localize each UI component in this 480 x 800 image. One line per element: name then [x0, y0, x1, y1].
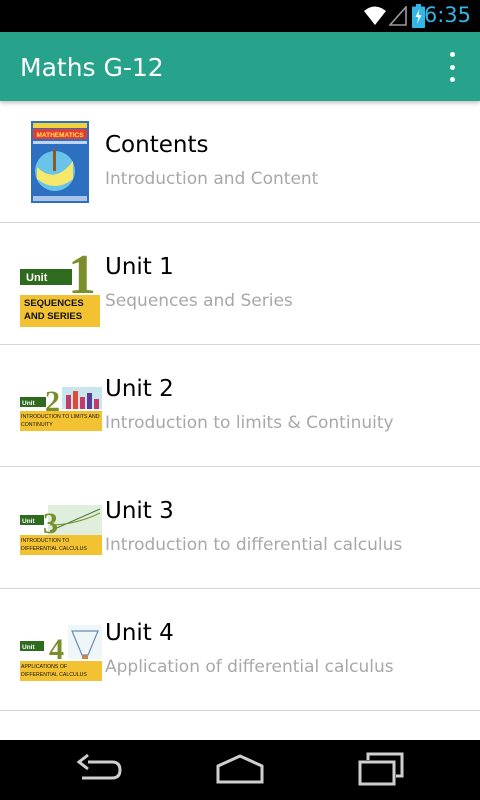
unit-caption-line-2: AND SERIES	[24, 311, 82, 322]
list-item-unit-1[interactable]: Unit 1 SEQUENCES AND SERIES Unit 1 Seque…	[0, 223, 480, 345]
list-item-title: Unit 1	[105, 254, 174, 280]
list-item-title: Unit 2	[105, 376, 174, 402]
list-item-unit-3[interactable]: Unit 3 INTRODUCTION TO DIFFERENTIAL CALC…	[0, 467, 480, 589]
recent-apps-icon[interactable]	[358, 752, 404, 788]
unit-caption-line-1: APPLICATIONS OF	[21, 664, 67, 670]
unit-caption-line-2: DIFFERENTIAL CALCULUS	[21, 546, 87, 552]
cell-signal-icon	[389, 6, 407, 26]
unit-badge: Unit	[22, 644, 35, 651]
unit-caption-line-2: CONTINUITY	[21, 422, 53, 428]
list-item-unit-4[interactable]: Unit 4 APPLICATIONS OF DIFFERENTIAL CALC…	[0, 589, 480, 711]
list-item-subtitle: Sequences and Series	[105, 291, 293, 311]
unit-badge: Unit	[22, 400, 35, 407]
unit-3-thumbnail: Unit 3 INTRODUCTION TO DIFFERENTIAL CALC…	[20, 505, 102, 555]
list-item-subtitle: Introduction and Content	[105, 169, 319, 189]
unit-caption-line-1: SEQUENCES	[24, 298, 84, 309]
list-item-subtitle: Application of differential calculus	[105, 657, 394, 677]
unit-list: MATHEMATICS Contents Introduction and Co…	[0, 101, 480, 711]
app-title: Maths G-12	[20, 53, 164, 82]
wifi-icon	[364, 6, 386, 25]
unit-4-thumbnail: Unit 4 APPLICATIONS OF DIFFERENTIAL CALC…	[20, 625, 102, 681]
home-icon[interactable]	[215, 752, 265, 788]
cover-title: MATHEMATICS	[36, 132, 84, 139]
status-time: 6:35	[423, 3, 471, 27]
unit-badge: Unit	[22, 518, 35, 525]
unit-1-thumbnail: Unit 1 SEQUENCES AND SERIES	[20, 244, 100, 327]
list-item-title: Contents	[105, 132, 209, 158]
list-item-title: Unit 3	[105, 498, 174, 524]
app-bar: Maths G-12	[0, 32, 480, 101]
status-bar: 6:35	[0, 0, 480, 32]
list-item-contents[interactable]: MATHEMATICS Contents Introduction and Co…	[0, 101, 480, 223]
list-item-subtitle: Introduction to limits & Continuity	[105, 413, 394, 433]
navigation-bar	[0, 740, 480, 800]
unit-2-thumbnail: Unit 2 INTRODUCTION TO LIMITS AND CONTIN…	[20, 385, 102, 431]
unit-badge: Unit	[26, 272, 48, 284]
unit-caption-line-2: DIFFERENTIAL CALCULUS	[21, 672, 87, 678]
back-icon[interactable]	[76, 752, 122, 788]
unit-caption-line-1: INTRODUCTION TO LIMITS AND	[21, 414, 100, 420]
list-item-title: Unit 4	[105, 620, 174, 646]
book-cover-thumbnail: MATHEMATICS	[31, 121, 89, 203]
overflow-menu-icon[interactable]	[444, 52, 460, 82]
unit-caption-line-1: INTRODUCTION TO	[21, 538, 69, 544]
list-item-subtitle: Introduction to differential calculus	[105, 535, 403, 555]
list-item-unit-2[interactable]: Unit 2 INTRODUCTION TO LIMITS AND CONTIN…	[0, 345, 480, 467]
